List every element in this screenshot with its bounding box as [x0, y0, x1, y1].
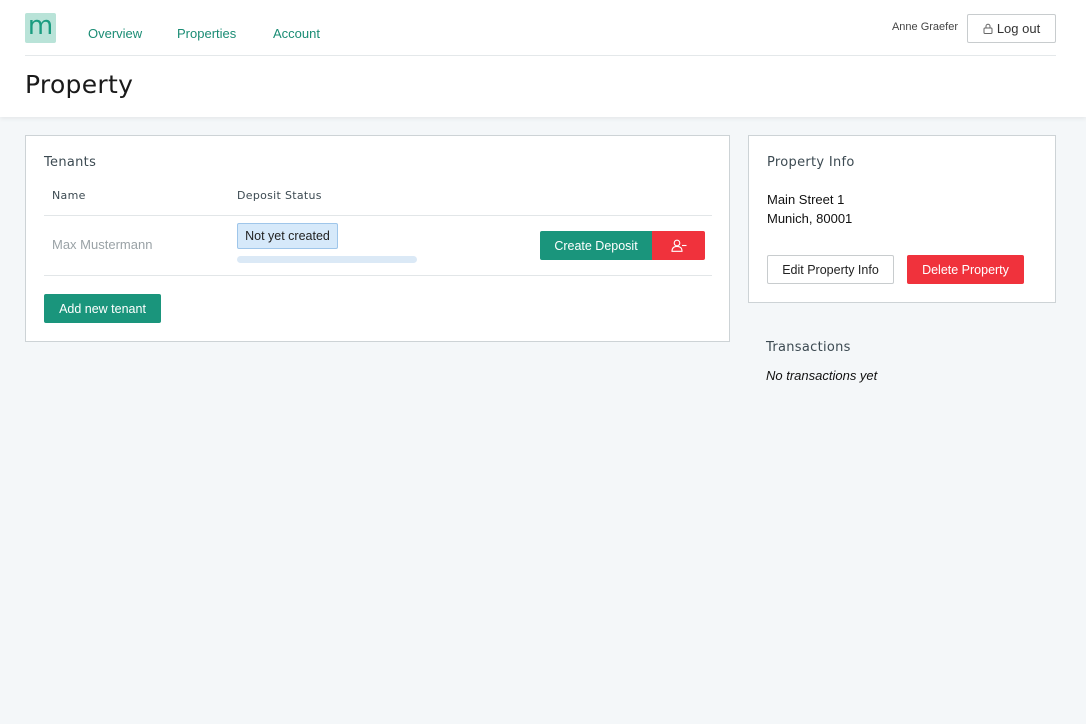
- create-deposit-button[interactable]: Create Deposit: [540, 231, 652, 260]
- tenant-name[interactable]: Max Mustermann: [52, 237, 152, 252]
- property-info-title: Property Info: [767, 155, 855, 170]
- transactions-empty-message: No transactions yet: [766, 368, 878, 383]
- deposit-progress-bar: [237, 256, 417, 263]
- logout-label: Log out: [996, 21, 1041, 36]
- add-tenant-button[interactable]: Add new tenant: [44, 294, 161, 323]
- property-info-card: Property Info Main Street 1 Munich, 8000…: [748, 135, 1056, 303]
- address-line-2: Munich, 80001: [767, 211, 853, 226]
- remove-user-icon: [670, 239, 686, 252]
- header-divider: [25, 55, 1056, 56]
- lock-icon: [983, 23, 993, 34]
- column-header-name: Name: [52, 189, 86, 202]
- column-header-deposit-status: Deposit Status: [237, 189, 322, 202]
- page-title: Property: [25, 70, 134, 99]
- delete-property-button[interactable]: Delete Property: [907, 255, 1024, 284]
- remove-tenant-button[interactable]: [652, 231, 705, 260]
- edit-property-button[interactable]: Edit Property Info: [767, 255, 894, 284]
- nav-overview[interactable]: Overview: [88, 26, 142, 41]
- nav-properties[interactable]: Properties: [177, 26, 236, 41]
- tenants-card: Tenants Name Deposit Status Max Musterma…: [25, 135, 730, 342]
- username-label: Anne Graefer: [891, 21, 958, 33]
- table-divider: [44, 275, 712, 276]
- app-logo[interactable]: m: [25, 13, 56, 43]
- tenants-title: Tenants: [44, 155, 97, 170]
- nav-account[interactable]: Account: [273, 26, 320, 41]
- address-line-1: Main Street 1: [767, 192, 845, 207]
- deposit-status-badge: Not yet created: [237, 223, 338, 249]
- logout-button[interactable]: Log out: [967, 14, 1056, 43]
- top-header: m Overview Properties Account Anne Graef…: [0, 0, 1086, 117]
- table-divider: [44, 215, 712, 216]
- transactions-title: Transactions: [766, 340, 851, 355]
